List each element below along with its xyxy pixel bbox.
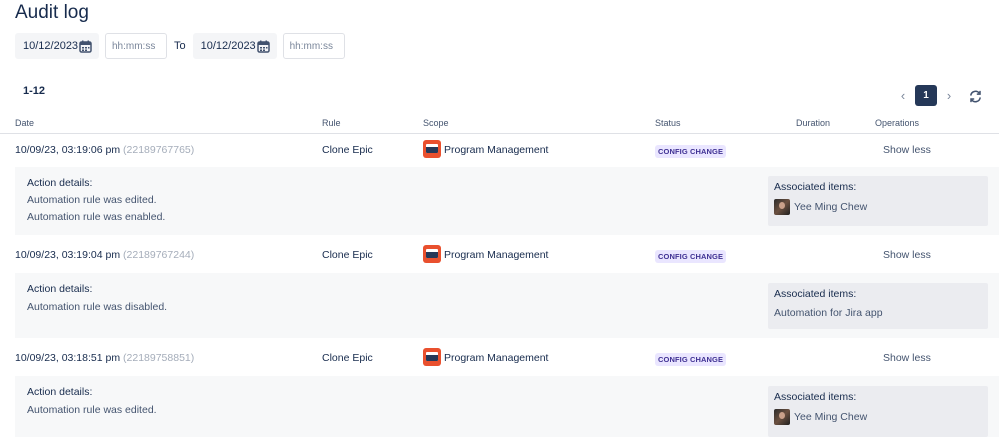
entry-scope[interactable]: Program Management bbox=[444, 249, 548, 261]
column-header-rule: Rule bbox=[322, 118, 341, 128]
calendar-icon[interactable] bbox=[79, 40, 92, 53]
table-header: Date Rule Scope Status Duration Operatio… bbox=[0, 112, 999, 134]
action-detail-line: Automation rule was edited. bbox=[27, 194, 157, 206]
column-header-scope: Scope bbox=[423, 118, 449, 128]
page-button-current[interactable]: 1 bbox=[915, 84, 937, 106]
entry-id: (22189767244) bbox=[123, 249, 195, 261]
associated-app[interactable]: Automation for Jira app bbox=[774, 307, 883, 319]
show-less-button[interactable]: Show less bbox=[883, 249, 931, 261]
action-detail-line: Automation rule was enabled. bbox=[27, 211, 166, 223]
to-date-value: 10/12/2023 bbox=[200, 40, 256, 52]
prev-page-button[interactable]: ‹ bbox=[896, 84, 910, 106]
action-details-panel: Action details: Automation rule was disa… bbox=[15, 273, 999, 338]
associated-user-name: Yee Ming Chew bbox=[794, 411, 868, 423]
status-badge: CONFIG CHANGE bbox=[655, 353, 727, 366]
action-details-panel: Action details: Automation rule was edit… bbox=[15, 167, 999, 235]
avatar bbox=[774, 409, 790, 425]
entry-id: (22189758851) bbox=[123, 352, 195, 364]
next-page-button[interactable]: › bbox=[942, 84, 956, 106]
entry-date: 10/09/23, 03:19:04 pm (22189767244) bbox=[15, 249, 195, 261]
result-range: 1-12 bbox=[23, 85, 46, 97]
associated-items-panel: Associated items: Yee Ming Chew bbox=[768, 176, 988, 226]
entry-rule[interactable]: Clone Epic bbox=[322, 144, 373, 156]
action-details-title: Action details: bbox=[27, 177, 93, 189]
project-icon bbox=[423, 348, 441, 366]
from-time-field[interactable]: hh:mm:ss bbox=[105, 33, 167, 59]
action-detail-line: Automation rule was edited. bbox=[27, 404, 157, 416]
from-time-placeholder: hh:mm:ss bbox=[112, 40, 156, 52]
table-row: 10/09/23, 03:19:04 pm (22189767244) Clon… bbox=[0, 240, 999, 272]
column-header-status: Status bbox=[655, 118, 681, 128]
action-details-panel: Action details: Automation rule was edit… bbox=[15, 376, 999, 437]
column-header-operations: Operations bbox=[875, 118, 920, 128]
status-badge: CONFIG CHANGE bbox=[655, 145, 727, 158]
calendar-icon[interactable] bbox=[256, 40, 270, 53]
entry-rule[interactable]: Clone Epic bbox=[322, 249, 373, 261]
entry-scope[interactable]: Program Management bbox=[444, 352, 548, 364]
project-icon bbox=[423, 245, 441, 263]
avatar bbox=[774, 199, 790, 215]
entry-date: 10/09/23, 03:19:06 pm (22189767765) bbox=[15, 144, 195, 156]
associated-user-name: Yee Ming Chew bbox=[794, 201, 868, 213]
to-time-placeholder: hh:mm:ss bbox=[289, 40, 333, 52]
associated-items-title: Associated items: bbox=[774, 288, 857, 300]
show-less-button[interactable]: Show less bbox=[883, 352, 931, 364]
refresh-icon[interactable] bbox=[968, 89, 983, 104]
associated-user[interactable]: Yee Ming Chew bbox=[774, 409, 867, 425]
date-filter-bar: 10/12/2023 hh:mm:ss To 10/12/2023 hh:mm:… bbox=[15, 33, 345, 59]
to-label: To bbox=[174, 40, 186, 52]
from-date-field[interactable]: 10/12/2023 bbox=[15, 33, 99, 59]
associated-items-title: Associated items: bbox=[774, 181, 857, 193]
associated-items-panel: Associated items: Yee Ming Chew bbox=[768, 386, 988, 437]
from-date-value: 10/12/2023 bbox=[23, 40, 79, 52]
entry-rule[interactable]: Clone Epic bbox=[322, 352, 373, 364]
action-details-title: Action details: bbox=[27, 283, 93, 295]
associated-items-title: Associated items: bbox=[774, 391, 857, 403]
entry-id: (22189767765) bbox=[123, 144, 195, 156]
project-icon bbox=[423, 140, 441, 158]
associated-items-panel: Associated items: Automation for Jira ap… bbox=[768, 283, 988, 329]
action-details-title: Action details: bbox=[27, 386, 93, 398]
pagination: ‹ 1 › bbox=[896, 84, 956, 106]
to-date-field[interactable]: 10/12/2023 bbox=[192, 33, 277, 59]
table-row: 10/09/23, 03:19:06 pm (22189767765) Clon… bbox=[0, 136, 999, 168]
associated-user[interactable]: Yee Ming Chew bbox=[774, 199, 867, 215]
column-header-date: Date bbox=[15, 118, 35, 128]
entry-scope[interactable]: Program Management bbox=[444, 144, 548, 156]
page-title: Audit log bbox=[15, 2, 89, 23]
entry-date: 10/09/23, 03:18:51 pm (22189758851) bbox=[15, 352, 195, 364]
column-header-duration: Duration bbox=[796, 118, 831, 128]
show-less-button[interactable]: Show less bbox=[883, 144, 931, 156]
table-row: 10/09/23, 03:18:51 pm (22189758851) Clon… bbox=[0, 343, 999, 375]
action-detail-line: Automation rule was disabled. bbox=[27, 301, 168, 313]
to-time-field[interactable]: hh:mm:ss bbox=[282, 33, 345, 59]
status-badge: CONFIG CHANGE bbox=[655, 250, 727, 263]
associated-app-name: Automation for Jira app bbox=[774, 307, 883, 319]
